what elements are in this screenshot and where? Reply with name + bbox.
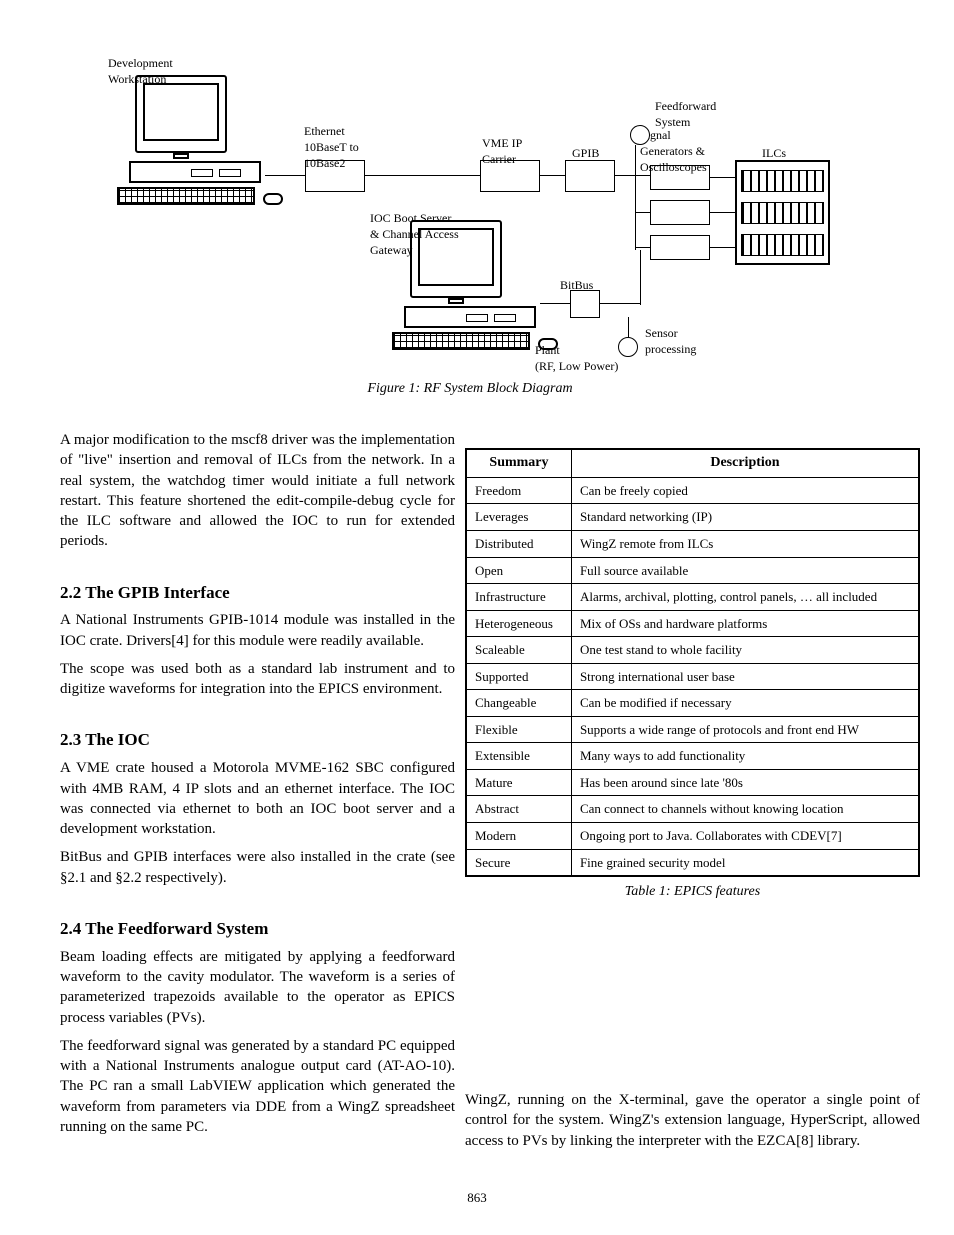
section-ioc: 2.3 The IOC xyxy=(60,729,455,752)
table-cell: Modern xyxy=(466,823,571,850)
figure-caption: Figure 1: RF System Block Diagram xyxy=(60,380,880,399)
table-row: OpenFull source available xyxy=(466,557,919,584)
para-ff1: Beam loading effects are mitigated by ap… xyxy=(60,947,455,1028)
table-cell: Strong international user base xyxy=(571,663,919,690)
left-column: A major modification to the mscf8 driver… xyxy=(60,430,455,1145)
table-cell: Fine grained security model xyxy=(571,849,919,876)
epics-features-table: Summary Description FreedomCan be freely… xyxy=(465,448,920,877)
para-mscf8: A major modification to the mscf8 driver… xyxy=(60,430,455,552)
table-row: ExtensibleMany ways to add functionality xyxy=(466,743,919,770)
table-row: ChangeableCan be modified if necessary xyxy=(466,690,919,717)
table-row: ScaleableOne test stand to whole facilit… xyxy=(466,637,919,664)
table-cell: Supports a wide range of protocols and f… xyxy=(571,716,919,743)
ethernet-label: Ethernet 10BaseT to 10Base2 xyxy=(304,123,359,172)
gpib-label: GPIB xyxy=(572,145,599,161)
table-cell: Mix of OSs and hardware platforms xyxy=(571,610,919,637)
dev-workstation-label: Development Workstation xyxy=(108,55,173,87)
table-cell: Ongoing port to Java. Collaborates with … xyxy=(571,823,919,850)
table-cell: Full source available xyxy=(571,557,919,584)
table-cell: Open xyxy=(466,557,571,584)
vme-label: VME IP Carrier xyxy=(482,135,522,167)
table-cell: Has been around since late '80s xyxy=(571,769,919,796)
para-ff2: The feedforward signal was generated by … xyxy=(60,1036,455,1137)
table-row: HeterogeneousMix of OSs and hardware pla… xyxy=(466,610,919,637)
table-row: FreedomCan be freely copied xyxy=(466,477,919,504)
tail-paragraph: WingZ, running on the X-terminal, gave t… xyxy=(465,1090,920,1151)
feedforward-label: Feedforward System xyxy=(655,98,716,130)
rf-block-diagram: Development Workstation IOC Boot Server … xyxy=(60,55,880,365)
table-cell: Standard networking (IP) xyxy=(571,504,919,531)
table-row: LeveragesStandard networking (IP) xyxy=(466,504,919,531)
table-cell: One test stand to whole facility xyxy=(571,637,919,664)
table-caption: Table 1: EPICS features xyxy=(465,883,920,902)
table-row: SupportedStrong international user base xyxy=(466,663,919,690)
plant-node xyxy=(618,337,638,357)
table-cell: Many ways to add functionality xyxy=(571,743,919,770)
bitbus-box xyxy=(570,290,600,318)
table-cell: Can connect to channels without knowing … xyxy=(571,796,919,823)
table-cell: Distributed xyxy=(466,530,571,557)
table-cell: Abstract xyxy=(466,796,571,823)
table-cell: Extensible xyxy=(466,743,571,770)
table-cell: WingZ remote from ILCs xyxy=(571,530,919,557)
plant-label: Plant (RF, Low Power) xyxy=(535,342,618,374)
siggen-box-2 xyxy=(650,200,710,225)
table-cell: Alarms, archival, plotting, control pane… xyxy=(571,584,919,611)
feedforward-node xyxy=(630,125,650,145)
para-gpib1: A National Instruments GPIB-1014 module … xyxy=(60,610,455,651)
table-row: InfrastructureAlarms, archival, plotting… xyxy=(466,584,919,611)
table-cell: Freedom xyxy=(466,477,571,504)
ilc-label: ILCs xyxy=(762,145,786,161)
table-cell: Flexible xyxy=(466,716,571,743)
table-row: SecureFine grained security model xyxy=(466,849,919,876)
para-gpib2: The scope was used both as a standard la… xyxy=(60,659,455,700)
table-cell: Mature xyxy=(466,769,571,796)
para-ioc1: A VME crate housed a Motorola MVME-162 S… xyxy=(60,758,455,839)
text-columns: A major modification to the mscf8 driver… xyxy=(60,430,904,1155)
bitbus-label: BitBus xyxy=(560,277,593,293)
table-cell: Infrastructure xyxy=(466,584,571,611)
table-head-summary: Summary xyxy=(466,449,571,477)
table-row: FlexibleSupports a wide range of protoco… xyxy=(466,716,919,743)
section-gpib: 2.2 The GPIB Interface xyxy=(60,582,455,605)
table-cell: Leverages xyxy=(466,504,571,531)
gpib-box xyxy=(565,160,615,192)
right-column: Summary Description FreedomCan be freely… xyxy=(465,430,920,902)
para-ioc2: BitBus and GPIB interfaces were also ins… xyxy=(60,847,455,888)
section-ff: 2.4 The Feedforward System xyxy=(60,918,455,941)
table-row: MatureHas been around since late '80s xyxy=(466,769,919,796)
table-cell: Can be modified if necessary xyxy=(571,690,919,717)
table-cell: Can be freely copied xyxy=(571,477,919,504)
siggen-box-3 xyxy=(650,235,710,260)
ilc-rack-icon xyxy=(735,160,830,265)
boot-server-label: IOC Boot Server & Channel Access Gateway xyxy=(370,210,459,259)
table-cell: Secure xyxy=(466,849,571,876)
table-row: ModernOngoing port to Java. Collaborates… xyxy=(466,823,919,850)
table-row: DistributedWingZ remote from ILCs xyxy=(466,530,919,557)
table-row: AbstractCan connect to channels without … xyxy=(466,796,919,823)
table-cell: Changeable xyxy=(466,690,571,717)
page-number: 863 xyxy=(0,1189,954,1207)
table-cell: Supported xyxy=(466,663,571,690)
sensor-label: Sensor processing xyxy=(645,325,696,357)
table-cell: Heterogeneous xyxy=(466,610,571,637)
table-head-description: Description xyxy=(571,449,919,477)
table-cell: Scaleable xyxy=(466,637,571,664)
